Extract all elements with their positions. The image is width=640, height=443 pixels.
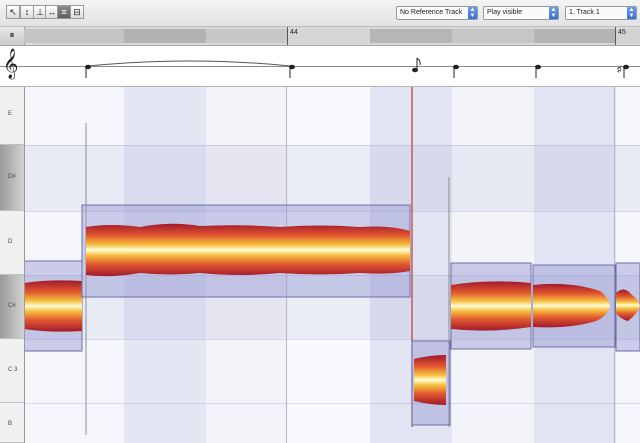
note-csharp-4[interactable] bbox=[615, 262, 640, 352]
ruler-segment bbox=[452, 29, 534, 43]
key-label: C# bbox=[8, 303, 16, 309]
key-d-sharp[interactable]: D# bbox=[0, 145, 24, 211]
key-label: C 3 bbox=[8, 367, 18, 373]
key-d[interactable]: D bbox=[0, 211, 24, 275]
sharp-note-icon: ♯ bbox=[617, 64, 629, 78]
note-csharp-1[interactable] bbox=[23, 260, 83, 352]
eighth-note-icon bbox=[453, 64, 459, 78]
key-c3[interactable]: C 3 bbox=[0, 339, 24, 403]
eighth-note-icon bbox=[289, 64, 295, 78]
key-label: E bbox=[8, 111, 13, 117]
ruler-segment bbox=[370, 29, 452, 43]
timeline-ruler[interactable]: ⏸ 44 45 bbox=[0, 27, 640, 46]
key-e[interactable]: E bbox=[0, 87, 24, 145]
track-select[interactable]: 1. Track 1 ▲ ▼ bbox=[565, 6, 637, 20]
note-csharp-3[interactable] bbox=[532, 264, 616, 348]
note-d-long[interactable] bbox=[81, 204, 411, 298]
toolbar: ↖ ↕ ⊥ ↔ ≡ ⊟ No Reference Track ▲ ▼ Play v… bbox=[0, 0, 640, 27]
note-csharp-2[interactable] bbox=[450, 262, 532, 350]
tempo-icon[interactable]: ⏸ bbox=[0, 27, 25, 45]
ruler-segment bbox=[24, 29, 124, 43]
ruler-segment bbox=[206, 29, 288, 43]
note-c-short[interactable] bbox=[411, 340, 451, 426]
bar-number: 44 bbox=[290, 29, 298, 36]
eighth-note-icon bbox=[535, 64, 541, 78]
notation-strip: 𝄞 ♯ bbox=[0, 46, 640, 87]
amplitude-tool-icon[interactable]: ≡ bbox=[57, 5, 71, 19]
select-arrows-icon: ▲ ▼ bbox=[627, 7, 636, 19]
note-blobs[interactable] bbox=[0, 87, 640, 443]
key-b[interactable]: B bbox=[0, 403, 24, 443]
key-label: B bbox=[8, 421, 13, 427]
bar-number: 45 bbox=[618, 29, 626, 36]
pitch-editor[interactable]: E D# D C# C 3 B bbox=[0, 87, 640, 443]
key-label: D# bbox=[8, 174, 16, 180]
eighth-note-icon bbox=[412, 57, 421, 73]
ruler-segment bbox=[124, 29, 206, 43]
select-arrows-icon: ▲ ▼ bbox=[468, 7, 477, 19]
tie-curve bbox=[87, 60, 291, 67]
select-arrows-icon: ▲ ▼ bbox=[549, 7, 558, 19]
formant-tool-icon[interactable]: ⊟ bbox=[70, 5, 84, 19]
bar-marker bbox=[287, 27, 288, 45]
notation-notes: ♯ bbox=[85, 57, 629, 78]
reference-track-select[interactable]: No Reference Track ▲ ▼ bbox=[396, 6, 478, 20]
key-label: D bbox=[8, 239, 13, 245]
reference-track-value: No Reference Track bbox=[400, 9, 463, 16]
ruler-segment bbox=[534, 29, 616, 43]
arrow-pointer-icon[interactable]: ↖ bbox=[6, 5, 20, 19]
pitch-tool-icon[interactable]: ↕ bbox=[20, 5, 34, 19]
key-c-sharp[interactable]: C# bbox=[0, 275, 24, 339]
track-value: 1. Track 1 bbox=[569, 9, 600, 16]
ruler-segment bbox=[288, 29, 370, 43]
eighth-note-icon bbox=[85, 64, 91, 78]
play-mode-value: Play visible bbox=[487, 9, 523, 16]
piano-keyboard[interactable]: E D# D C# C 3 B bbox=[0, 87, 25, 443]
svg-text:♯: ♯ bbox=[617, 64, 622, 74]
play-mode-select[interactable]: Play visible ▲ ▼ bbox=[483, 6, 559, 20]
bar-marker bbox=[615, 27, 616, 45]
